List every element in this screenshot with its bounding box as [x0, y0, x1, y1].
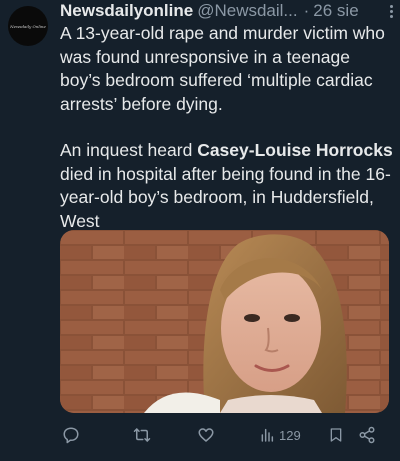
author-name[interactable]: Newsdailyonline	[60, 0, 193, 22]
tweet-date[interactable]: 26 sie	[313, 0, 358, 22]
like-button[interactable]	[197, 424, 215, 446]
reply-button[interactable]	[62, 424, 80, 446]
tweet-paragraph-2: An inquest heard Casey-Louise Horrocks d…	[60, 139, 394, 233]
bookmark-button[interactable]	[328, 424, 344, 446]
tweet-paragraph-2-start: An inquest heard	[60, 140, 198, 160]
more-icon[interactable]	[386, 2, 396, 20]
tweet-text: A 13-year-old rape and murder victim who…	[60, 22, 394, 233]
tweet-paragraph-2-end: died in hospital after being found in th…	[60, 163, 391, 231]
tweet[interactable]: Newsdaily Online Newsdailyonline @Newsda…	[0, 0, 400, 461]
photo-illustration	[60, 230, 389, 413]
views-button[interactable]: 129	[259, 424, 301, 446]
avatar-logo-text: Newsdaily Online	[10, 23, 46, 29]
views-icon	[261, 428, 274, 442]
views-count: 129	[279, 427, 301, 443]
retweet-button[interactable]	[132, 424, 152, 446]
retweet-icon	[133, 428, 151, 442]
separator-dot: ·	[303, 1, 310, 20]
author-handle[interactable]: @Newsdail...	[197, 0, 297, 22]
bookmark-icon	[330, 428, 342, 442]
tweet-paragraph-1: A 13-year-old rape and murder victim who…	[60, 23, 385, 114]
like-icon	[198, 428, 214, 442]
tweet-header: Newsdailyonline @Newsdail... · 26 sie	[60, 0, 396, 22]
tweet-actions: 129	[60, 420, 390, 450]
share-button[interactable]	[358, 424, 376, 446]
share-icon	[359, 426, 375, 444]
tweet-photo[interactable]	[60, 230, 389, 413]
reply-icon	[63, 427, 79, 444]
victim-name: Casey-Louise Horrocks	[197, 140, 393, 160]
avatar[interactable]: Newsdaily Online	[8, 6, 48, 46]
